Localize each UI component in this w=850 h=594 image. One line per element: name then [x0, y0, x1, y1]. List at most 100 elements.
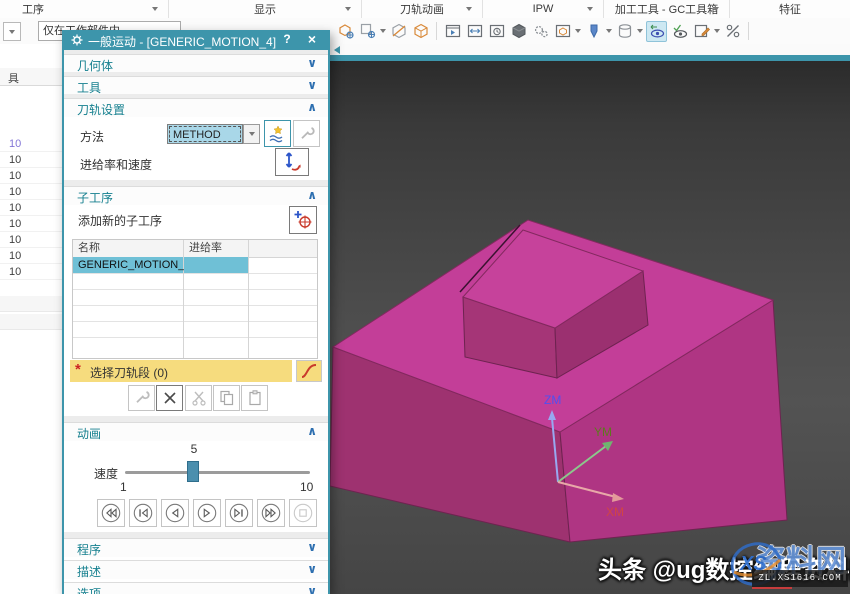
dropdown-caret-icon[interactable]: [713, 7, 719, 11]
table-row-empty[interactable]: [73, 337, 317, 358]
menu-label[interactable]: 显示: [254, 1, 276, 17]
table-header-feed[interactable]: 进给率: [184, 240, 249, 257]
navigator-row[interactable]: 10: [0, 168, 62, 184]
navigator-column-header[interactable]: 具: [0, 68, 62, 86]
new-method-button[interactable]: [264, 120, 291, 147]
navigator-row[interactable]: 10: [0, 152, 62, 168]
menu-group-display[interactable]: 显示: [169, 0, 362, 18]
assembly-gears-icon[interactable]: [531, 22, 550, 41]
chevron-down-icon[interactable]: ∨: [307, 78, 317, 92]
play-button[interactable]: [193, 499, 221, 527]
dropdown-caret-icon[interactable]: [466, 7, 472, 11]
table-cell-extra[interactable]: [249, 257, 317, 273]
group-header-geometry[interactable]: 几何体 ∨: [64, 54, 328, 73]
group-header-options[interactable]: 选项 ∨: [64, 582, 328, 594]
part-scene[interactable]: ZM YM XM: [330, 44, 850, 594]
help-button[interactable]: ?: [280, 32, 294, 48]
navigator-row[interactable]: 10: [0, 136, 62, 152]
select-toolpath-segment-row[interactable]: * 选择刀轨段 (0): [70, 360, 292, 382]
eye-check-icon[interactable]: [670, 22, 689, 41]
dropdown-caret-icon[interactable]: [345, 7, 351, 11]
chevron-down-icon[interactable]: ∨: [307, 56, 317, 70]
menu-group-ipw[interactable]: IPW: [483, 0, 604, 18]
add-suboperation-button[interactable]: [289, 206, 317, 234]
play-back-button[interactable]: [161, 499, 189, 527]
resize-window-icon[interactable]: [465, 22, 484, 41]
blank-cylinder-icon[interactable]: [615, 22, 634, 41]
edit-method-button[interactable]: [293, 120, 320, 147]
stop-button[interactable]: [289, 499, 317, 527]
menu-label[interactable]: 加工工具 - GC工具箱: [615, 1, 718, 17]
delete-suboperation-button[interactable]: [156, 385, 183, 411]
dropdown-caret-icon[interactable]: [152, 7, 158, 11]
method-dropdown[interactable]: METHOD: [167, 124, 243, 144]
machine-window-icon[interactable]: [553, 22, 572, 41]
navigator-row[interactable]: 10: [0, 248, 62, 264]
group-header-program[interactable]: 程序 ∨: [64, 538, 328, 557]
speed-slider-handle[interactable]: [187, 461, 199, 482]
chevron-down-icon[interactable]: ∨: [307, 562, 317, 576]
menu-label[interactable]: IPW: [533, 3, 554, 15]
edit-display-icon[interactable]: [692, 22, 711, 41]
chevron-down-icon[interactable]: ∨: [307, 584, 317, 594]
step-back-button[interactable]: [129, 499, 157, 527]
step-forward-button[interactable]: [225, 499, 253, 527]
menu-group-toolpath-animation[interactable]: 刀轨动画: [362, 0, 483, 18]
speed-slider-track[interactable]: [125, 471, 310, 474]
navigator-row[interactable]: 10: [0, 232, 62, 248]
dropdown-caret-icon[interactable]: [606, 29, 612, 33]
menu-group-feature[interactable]: 特征: [730, 0, 850, 18]
locate-tool-icon[interactable]: [358, 22, 377, 41]
table-row-empty[interactable]: [73, 305, 317, 322]
table-row-empty[interactable]: [73, 289, 317, 306]
no-show-icon[interactable]: [723, 22, 742, 41]
dropdown-caret-icon[interactable]: [380, 29, 386, 33]
table-row[interactable]: GENERIC_MOTION_4: [73, 257, 317, 274]
chevron-up-icon[interactable]: ∧: [307, 100, 317, 114]
simulate-window-icon[interactable]: [487, 22, 506, 41]
menu-group-gc-toolbox[interactable]: 加工工具 - GC工具箱: [604, 0, 730, 18]
edit-suboperation-button[interactable]: [128, 385, 155, 411]
table-header-name[interactable]: 名称: [73, 240, 184, 257]
feeds-speeds-button[interactable]: [275, 148, 309, 176]
table-row-empty[interactable]: [73, 321, 317, 338]
group-header-animation[interactable]: 动画 ∧: [64, 422, 328, 441]
group-header-suboperation[interactable]: 子工序 ∧: [64, 186, 328, 205]
mcs-display-icon[interactable]: [646, 21, 667, 42]
dropdown-caret-icon[interactable]: [575, 29, 581, 33]
dialog-titlebar[interactable]: 一般运动 - [GENERIC_MOTION_4] ? ×: [64, 30, 328, 50]
shaded-cube-icon[interactable]: [509, 22, 528, 41]
dropdown-caret-icon[interactable]: [587, 7, 593, 11]
wire-cube-icon[interactable]: [411, 22, 430, 41]
table-cell-name[interactable]: GENERIC_MOTION_4: [73, 257, 184, 273]
table-cell-feed[interactable]: [184, 257, 249, 273]
hide-blank-icon[interactable]: [389, 22, 408, 41]
paste-suboperation-button[interactable]: [241, 385, 268, 411]
animation-window-icon[interactable]: [443, 22, 462, 41]
chevron-up-icon[interactable]: ∧: [307, 188, 317, 202]
chevron-up-icon[interactable]: ∧: [307, 424, 317, 438]
suboperation-table[interactable]: 名称 进给率 GENERIC_MOTION_4: [72, 239, 318, 359]
menu-label[interactable]: 工序: [22, 1, 44, 17]
selection-scope-caret[interactable]: [3, 22, 21, 41]
tool-display-icon[interactable]: [584, 22, 603, 41]
method-dropdown-caret[interactable]: [243, 124, 260, 144]
segment-curve-button[interactable]: [296, 360, 322, 382]
table-row-empty[interactable]: [73, 273, 317, 290]
menu-label[interactable]: 特征: [779, 1, 801, 17]
cut-suboperation-button[interactable]: [185, 385, 212, 411]
navigator-row[interactable]: 10: [0, 264, 62, 280]
show-tool-icon[interactable]: [336, 22, 355, 41]
go-to-end-button[interactable]: [257, 499, 285, 527]
group-header-toolpath-settings[interactable]: 刀轨设置 ∧: [64, 98, 328, 117]
group-header-description[interactable]: 描述 ∨: [64, 560, 328, 579]
dropdown-caret-icon[interactable]: [637, 29, 643, 33]
group-header-tool[interactable]: 工具 ∨: [64, 76, 328, 95]
navigator-row[interactable]: 10: [0, 184, 62, 200]
dropdown-caret-icon[interactable]: [714, 29, 720, 33]
close-button[interactable]: ×: [304, 31, 320, 48]
copy-suboperation-button[interactable]: [213, 385, 240, 411]
navigator-row[interactable]: 10: [0, 216, 62, 232]
menu-group-operation[interactable]: 工序: [0, 0, 169, 18]
go-to-start-button[interactable]: [97, 499, 125, 527]
